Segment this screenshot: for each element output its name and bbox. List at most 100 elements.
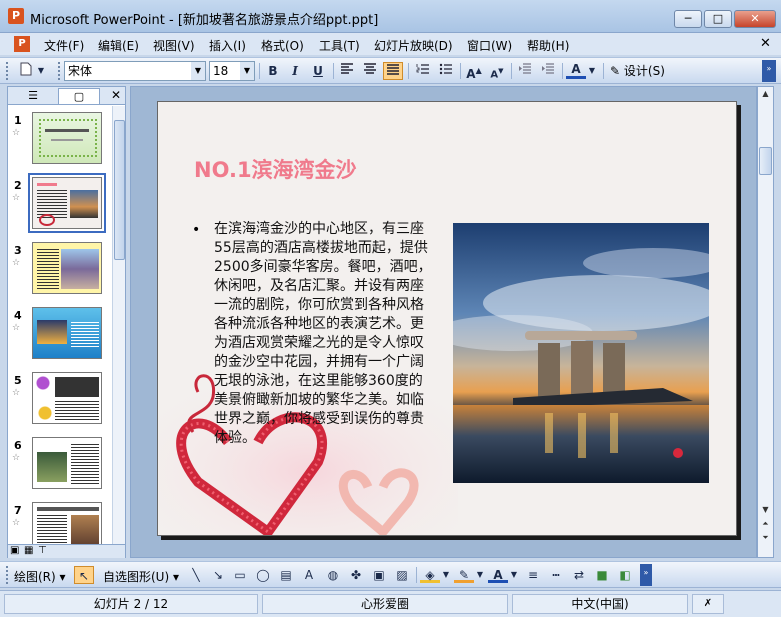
slide-thumbnail[interactable] [28,173,106,233]
align-left-icon[interactable] [337,62,357,80]
line-style-icon[interactable]: ≡ [523,566,543,584]
normal-view-icon[interactable]: ▣ [10,545,19,556]
justify-icon[interactable] [383,62,403,80]
menu-format[interactable]: 格式(O) [261,37,304,54]
maximize-button[interactable]: □ [704,10,732,28]
slide-sorter-icon[interactable]: ▦ [24,545,33,556]
marina-bay-sands-photo[interactable] [453,223,709,483]
slide-thumbnail[interactable] [32,242,102,294]
menu-edit[interactable]: 编辑(E) [98,37,139,54]
increase-font-icon[interactable]: A▲ [464,62,484,81]
line-icon[interactable]: ╲ [186,566,206,584]
menu-help[interactable]: 帮助(H) [527,37,569,54]
panel-scrollbar[interactable] [112,106,125,544]
design-button[interactable]: ✎ 设计(S) [610,62,665,80]
line-color-icon[interactable]: ✎ [454,566,474,583]
slide-thumbnail[interactable] [32,437,102,489]
bullet-list-icon[interactable] [436,62,456,80]
slide-thumbnail-row[interactable]: 3 ☆ [8,242,112,302]
powerpoint-app-icon[interactable]: P [8,8,24,24]
line-color-dropdown-icon[interactable]: ▼ [475,566,485,584]
toolbar-options-icon[interactable]: » [762,60,776,82]
slide-thumbnail[interactable] [32,112,102,164]
arrow-style-icon[interactable]: ⇄ [569,566,589,584]
slide-thumbnail[interactable] [32,372,102,424]
main-scroll-thumb[interactable] [759,147,772,175]
rectangle-icon[interactable]: ▭ [230,566,250,584]
menu-file[interactable]: 文件(F) [44,37,84,54]
next-slide-icon[interactable]: ⏷ [758,531,773,545]
slide-thumbnail-row[interactable]: 2 ☆ [8,173,112,237]
menu-view[interactable]: 视图(V) [153,37,195,54]
spelling-status-icon[interactable]: ✗ [692,594,724,614]
current-slide[interactable]: NO.1滨海湾金沙 • 在滨海湾金沙的中心地区，有三座55层高的酒店高楼拔地而起… [157,101,737,536]
increase-indent-icon[interactable] [538,62,558,80]
new-dropdown-icon[interactable]: ▼ [36,62,46,80]
menu-slideshow[interactable]: 幻灯片放映(D) [374,37,453,54]
slide-thumbnail-row[interactable]: 4 ☆ [8,307,112,367]
panel-close-icon[interactable]: ✕ [111,88,121,102]
menu-tools[interactable]: 工具(T) [319,37,360,54]
slide-thumbnail-row[interactable]: 1 ☆ [8,112,112,172]
insert-image-icon[interactable]: ▨ [392,566,412,584]
numbered-list-icon[interactable] [413,62,433,80]
select-objects-icon[interactable]: ↖ [74,566,94,584]
font-color-draw-dropdown-icon[interactable]: ▼ [509,566,519,584]
slide-thumbnail-row[interactable]: 6 ☆ [8,437,112,497]
new-document-icon[interactable] [16,62,36,80]
toolbar-grip[interactable] [6,62,9,80]
font-color-draw-icon[interactable]: A [488,566,508,583]
slide-thumbnail[interactable] [32,502,102,544]
toolbar-grip[interactable] [6,566,9,584]
scroll-down-icon[interactable]: ▼ [758,503,773,517]
dash-style-icon[interactable]: ┅ [546,566,566,584]
slide-thumbnail-row[interactable]: 7 ☆ [8,502,112,544]
wordart-icon[interactable]: A [299,566,319,584]
scroll-up-icon[interactable]: ▲ [758,87,773,101]
italic-button[interactable]: I [285,62,305,80]
minimize-button[interactable]: ─ [674,10,702,28]
font-color-dropdown-icon[interactable]: ▼ [587,62,597,80]
close-button[interactable]: ✕ [734,10,776,28]
panel-scroll-thumb[interactable] [114,120,125,260]
fill-color-dropdown-icon[interactable]: ▼ [441,566,451,584]
slide-thumbnail[interactable] [32,307,102,359]
arrow-icon[interactable]: ↘ [208,566,228,584]
bold-button[interactable]: B [263,62,283,80]
drawing-toolbar-options-icon[interactable]: » [640,564,652,586]
slide-thumbnail-row[interactable]: 5 ☆ [8,372,112,432]
font-size-select[interactable]: 18 ▼ [209,61,255,81]
slideshow-view-icon[interactable]: ⊤ [38,545,47,556]
slide-body-text[interactable]: 在滨海湾金沙的中心地区，有三座55层高的酒店高楼拔地而起，提供2500多间豪华客… [214,220,436,448]
3d-style-icon[interactable]: ◧ [615,566,635,584]
slide-edit-area[interactable]: NO.1滨海湾金沙 • 在滨海湾金沙的中心地区，有三座55层高的酒店高楼拔地而起… [130,86,757,558]
autoshapes-menu-button[interactable]: 自选图形(U) ▾ [103,568,179,585]
document-close-icon[interactable]: ✕ [760,36,771,51]
oval-icon[interactable]: ◯ [253,566,273,584]
shadow-style-icon[interactable]: ■ [592,566,612,584]
fill-color-icon[interactable]: ◈ [420,566,440,583]
tab-outline[interactable]: ☰ [12,88,54,104]
main-scrollbar[interactable]: ▲ ▼ ⏶ ⏷ [757,86,774,558]
clip-art-icon[interactable]: ✤ [346,566,366,584]
draw-menu-label: 绘图(R) [14,570,56,584]
picture-icon[interactable]: ▣ [369,566,389,584]
font-size-dropdown-icon[interactable]: ▼ [240,62,254,80]
font-name-select[interactable]: 宋体 ▼ [64,61,206,81]
previous-slide-icon[interactable]: ⏶ [758,517,773,531]
underline-button[interactable]: U [308,62,328,80]
align-center-icon[interactable] [360,62,380,80]
menu-window[interactable]: 窗口(W) [467,37,512,54]
tab-slides[interactable]: ▢ [58,88,100,104]
decrease-font-icon[interactable]: A▼ [487,62,507,80]
document-icon[interactable]: P [14,36,30,52]
text-box-icon[interactable]: ▤ [276,566,296,584]
decrease-indent-icon[interactable] [515,62,535,80]
toolbar-grip-2[interactable] [58,62,61,80]
draw-menu-button[interactable]: 绘图(R) ▾ [14,568,66,585]
font-color-icon[interactable]: A [566,62,586,79]
menu-insert[interactable]: 插入(I) [209,37,246,54]
font-name-dropdown-icon[interactable]: ▼ [191,62,205,80]
slide-title[interactable]: NO.1滨海湾金沙 [194,154,357,184]
diagram-icon[interactable]: ◍ [323,566,343,584]
